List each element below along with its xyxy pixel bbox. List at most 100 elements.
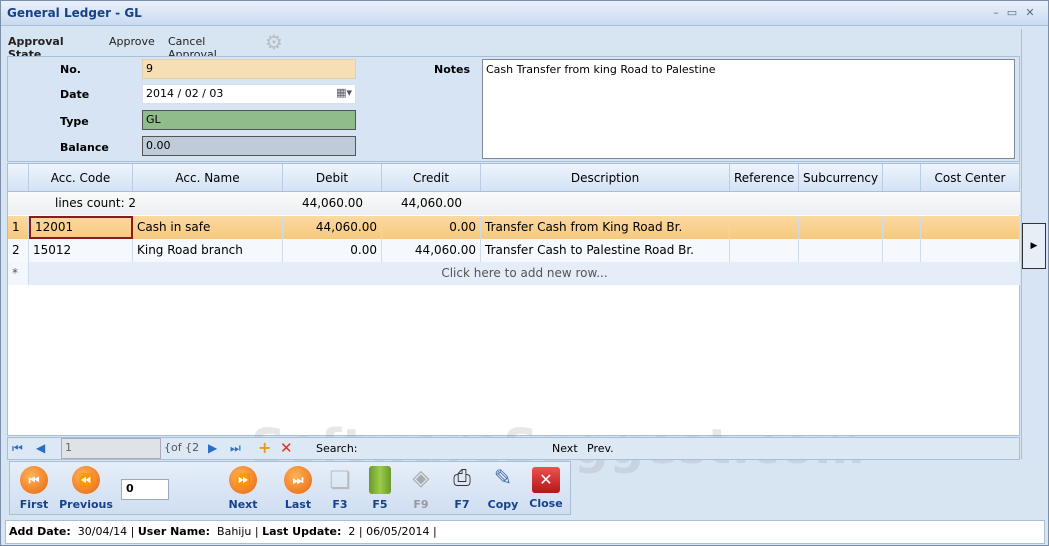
first-icon: ⏮ [20,466,48,494]
date-field[interactable]: 2014 / 02 / 03 ▦▾ [142,84,356,104]
new-row-marker: * [8,262,29,285]
first-record-icon[interactable]: ⏮ [12,441,23,456]
status-bar: Add Date: 30/04/14 | User Name: Bahiju |… [5,520,1045,544]
last-update-date: 06/05/2014 [366,525,430,538]
cost-center-cell[interactable] [921,216,1020,239]
calendar-dropdown-icon[interactable]: ▦▾ [336,86,352,99]
general-ledger-window: General Ledger - GL – ▭ ✕ Approval State… [0,0,1049,546]
blank-cell[interactable] [883,239,921,262]
previous-icon: ⏪ [72,466,100,494]
acc-name-cell[interactable]: King Road branch [133,239,283,262]
type-field[interactable]: GL [142,110,356,130]
table-row[interactable]: 2 15012 King Road branch 0.00 44,060.00 … [8,239,1020,262]
maximize-icon[interactable]: ▭ [1005,6,1019,20]
user-name-value: Bahiju [217,525,252,538]
no-label: No. [60,63,81,76]
page-of-text: {of {2 [164,441,200,454]
cost-center-cell[interactable] [921,239,1020,262]
add-date-value: 30/04/14 [77,525,128,538]
notes-textarea[interactable]: Cash Transfer from king Road to Palestin… [482,59,1015,159]
table-row[interactable]: 1 12001 Cash in safe 44,060.00 0.00 Tran… [8,216,1020,239]
subcurrency-cell[interactable] [799,239,883,262]
grid-header: Acc. Code Acc. Name Debit Credit Descrip… [8,164,1020,192]
add-new-row[interactable]: * Click here to add new row... [8,262,1020,285]
column-header-description[interactable]: Description [481,164,730,191]
balance-field: 0.00 [142,136,356,156]
ledger-grid: Acc. Code Acc. Name Debit Credit Descrip… [7,163,1020,436]
credit-cell[interactable]: 44,060.00 [382,239,481,262]
notes-label: Notes [434,63,471,76]
action-button-panel: ⏮ First ⏪ Previous 0 ⏩ Next ⏭ Last ❏ F3 F5 ◈ F… [9,461,571,515]
add-new-row-text[interactable]: Click here to add new row... [29,262,1020,285]
next-button[interactable]: ⏩ Next [213,464,273,514]
counter-input[interactable]: 0 [121,479,169,500]
last-update-count: 2 [348,525,356,538]
add-date-label: Add Date: [9,525,71,538]
acc-code-cell[interactable]: 12001 [29,216,133,239]
column-header-debit[interactable]: Debit [283,164,382,191]
next-icon: ⏩ [229,466,257,494]
recycle-bin-icon [369,466,391,494]
close-window-icon[interactable]: ✕ [1023,6,1037,20]
subcurrency-cell[interactable] [799,216,883,239]
date-label: Date [60,88,90,101]
title-bar: General Ledger - GL – ▭ ✕ [1,1,1048,26]
debit-cell[interactable]: 44,060.00 [283,216,382,239]
description-cell[interactable]: Transfer Cash from King Road Br. [481,216,730,239]
previous-label: Previous [59,498,113,511]
no-field[interactable]: 9 [142,59,356,79]
column-header-acc-name[interactable]: Acc. Name [133,164,283,191]
grid-navigator: ⏮ ◀ 1 {of {2 ▶ ⏭ + ✕ Search: Next Prev. [7,437,1020,460]
add-record-icon[interactable]: + [258,438,271,457]
row-indicator-header [8,164,29,191]
window-title: General Ledger - GL [7,6,142,20]
balance-label: Balance [60,141,109,154]
reference-cell[interactable] [730,216,799,239]
acc-name-cell[interactable]: Cash in safe [133,216,283,239]
previous-record-icon[interactable]: ◀ [36,441,45,455]
row-number: 2 [8,239,29,262]
close-x-icon: ✕ [532,467,560,493]
expand-panel-button[interactable]: ▶ [1022,223,1046,269]
previous-button[interactable]: ⏪ Previous [56,464,116,514]
lines-count: lines count: 2 [55,196,137,210]
user-name-label: User Name: [137,525,211,538]
column-header-blank[interactable] [883,164,921,191]
last-update-label: Last Update: [262,525,342,538]
delete-record-icon[interactable]: ✕ [280,439,293,457]
description-cell[interactable]: Transfer Cash to Palestine Road Br. [481,239,730,262]
search-next-button[interactable]: Next [552,442,578,455]
column-header-reference[interactable]: Reference [730,164,799,191]
column-header-cost-center[interactable]: Cost Center [921,164,1020,191]
acc-code-cell[interactable]: 15012 [29,239,133,262]
page-input[interactable]: 1 [61,438,161,459]
reference-cell[interactable] [730,239,799,262]
column-header-credit[interactable]: Credit [382,164,481,191]
debit-total: 44,060.00 [301,196,364,210]
close-button[interactable]: ✕ Close [516,464,576,514]
next-record-icon[interactable]: ▶ [208,441,217,455]
credit-cell[interactable]: 0.00 [382,216,481,239]
approve-button[interactable]: Approve [109,35,155,48]
first-button[interactable]: ⏮ First [4,464,64,514]
search-prev-button[interactable]: Prev. [587,442,614,455]
gear-icon[interactable]: ⚙ [265,30,283,54]
first-label: First [19,498,49,511]
blank-cell[interactable] [883,216,921,239]
last-icon: ⏭ [284,466,312,494]
next-label: Next [228,498,258,511]
voucher-form: No. 9 Date 2014 / 02 / 03 ▦▾ Type GL Bal… [7,56,1020,162]
date-value: 2014 / 02 / 03 [146,87,224,100]
type-label: Type [60,115,89,128]
search-label: Search: [316,442,358,455]
summary-row: lines count: 2 44,060.00 44,060.00 [8,192,1020,215]
side-panel: ▶ [1021,29,1046,459]
last-record-icon[interactable]: ⏭ [230,441,241,456]
debit-cell[interactable]: 0.00 [283,239,382,262]
minimize-icon[interactable]: – [989,6,1003,20]
credit-total: 44,060.00 [400,196,463,210]
row-number: 1 [8,216,29,239]
column-header-acc-code[interactable]: Acc. Code [29,164,133,191]
column-header-subcurrency[interactable]: Subcurrency [799,164,883,191]
close-label: Close [529,497,563,510]
